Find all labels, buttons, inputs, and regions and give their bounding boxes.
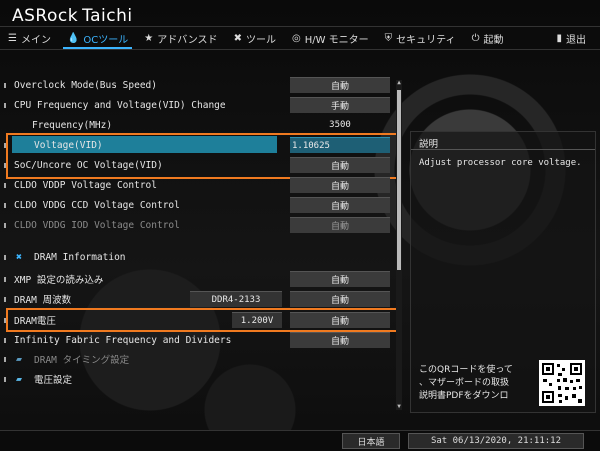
setting-label: CLDO VDDP Voltage Control (14, 179, 157, 191)
row-bullet (4, 376, 6, 382)
setting-label: CLDO VDDG IOD Voltage Control (14, 219, 180, 231)
tab-main[interactable]: ☰ メイン (0, 27, 59, 49)
row-cldo-vddp[interactable]: CLDO VDDP Voltage Control 自動 (0, 176, 400, 194)
row-bullet (4, 254, 6, 260)
row-bullet (4, 182, 6, 188)
row-dram-freq[interactable]: DRAM 周波数 DDR4-2133 自動 (0, 290, 400, 308)
datetime-display: Sat 06/13/2020, 21:11:12 (408, 433, 584, 449)
tab-boot[interactable]: ⏻ 起動 (464, 27, 512, 49)
tab-tools[interactable]: ✖ ツール (226, 27, 284, 49)
row-dram-timing[interactable]: ▰ DRAM タイミング設定 (0, 350, 400, 368)
row-voltage-config[interactable]: ▰ 電圧設定 (0, 370, 400, 388)
current-value: DDR4-2133 (190, 291, 282, 307)
setting-value[interactable]: 自動 (290, 177, 390, 193)
row-dram-info[interactable]: ✖ DRAM Information (0, 248, 400, 266)
setting-label: DRAM タイミング設定 (34, 355, 130, 366)
scrollbar-thumb[interactable] (397, 90, 401, 270)
brand-logo: ASRock Taichi (8, 6, 133, 26)
tab-security[interactable]: ⛨ セキュリティ (377, 27, 464, 49)
setting-value[interactable]: 自動 (290, 77, 390, 93)
brand-name: ASRock (12, 6, 79, 26)
row-frequency[interactable]: Frequency(MHz) 3500 (0, 116, 400, 134)
exit-icon: ▮ (556, 32, 562, 44)
setting-label: 電圧設定 (34, 375, 73, 386)
footer-bar: 日本語 Sat 06/13/2020, 21:11:12 (0, 430, 600, 451)
settings-scrollbar[interactable]: ▲ ▼ (396, 80, 402, 410)
setting-label: DRAM 周波数 (14, 295, 72, 306)
tab-hw-monitor[interactable]: ◎ H/W モニター (284, 27, 377, 49)
annotation-box-voltage (6, 133, 398, 179)
language-button[interactable]: 日本語 (342, 433, 400, 449)
row-bullet (4, 82, 6, 88)
setting-value[interactable]: 手動 (290, 97, 390, 113)
description-title: 説明 (419, 139, 439, 150)
setting-value[interactable]: 自動 (290, 332, 390, 348)
folder-icon: ▰ (16, 353, 23, 365)
drop-icon: 💧 (66, 32, 80, 44)
tools-icon: ✖ (16, 251, 23, 263)
setting-label: Frequency(MHz) (32, 119, 113, 131)
qr-caption-line: このQRコードを使って (419, 365, 513, 375)
setting-label: XMP 設定の読み込み (14, 275, 104, 286)
qr-caption-line: 、マザーボードの取扱 (419, 378, 510, 388)
scroll-up-icon[interactable]: ▲ (396, 80, 402, 86)
setting-label: DRAM Information (34, 251, 126, 263)
annotation-box-dram-voltage (6, 308, 398, 332)
shield-icon: ⛨ (384, 32, 393, 44)
row-overclock-mode[interactable]: Overclock Mode(Bus Speed) 自動 (0, 76, 400, 94)
row-bullet (4, 337, 6, 343)
qr-caption-line: 説明書PDFをダウンロ (419, 391, 509, 401)
model-name: Taichi (82, 6, 133, 26)
star-icon: ★ (144, 32, 154, 44)
row-bullet (4, 276, 6, 282)
list-icon: ☰ (8, 32, 17, 44)
row-cldo-vddg-iod[interactable]: CLDO VDDG IOD Voltage Control 自動 (0, 216, 400, 234)
setting-label: CPU Frequency and Voltage(VID) Change (14, 99, 226, 111)
setting-label: CLDO VDDG CCD Voltage Control (14, 199, 180, 211)
row-infinity-fabric[interactable]: Infinity Fabric Frequency and Dividers 自… (0, 331, 400, 349)
row-xmp[interactable]: XMP 設定の読み込み 自動 (0, 270, 400, 288)
tools-icon: ✖ (233, 32, 242, 44)
row-cpu-freq-voltage[interactable]: CPU Frequency and Voltage(VID) Change 手動 (0, 96, 400, 114)
folder-icon: ▰ (16, 373, 23, 385)
row-cldo-vddg-ccd[interactable]: CLDO VDDG CCD Voltage Control 自動 (0, 196, 400, 214)
setting-value[interactable]: 自動 (290, 197, 390, 213)
tab-exit[interactable]: ▮ 退出 (548, 27, 594, 49)
qr-code-icon (539, 360, 585, 406)
monitor-icon: ◎ (291, 32, 301, 44)
description-text: Adjust processor core voltage. (419, 158, 582, 168)
setting-value[interactable]: 自動 (290, 291, 390, 307)
row-bullet (4, 202, 6, 208)
setting-value[interactable]: 3500 (290, 118, 390, 133)
setting-value[interactable]: 自動 (290, 217, 390, 233)
qr-caption: このQRコードを使って 、マザーボードの取扱 説明書PDFをダウンロ (419, 364, 513, 403)
row-bullet (4, 222, 6, 228)
tab-advanced[interactable]: ★ アドバンスド (136, 27, 225, 49)
row-bullet (4, 356, 6, 362)
setting-label: Overclock Mode(Bus Speed) (14, 79, 157, 91)
top-nav: ☰ メイン 💧 OCツール ★ アドバンスド ✖ ツール ◎ H/W モニター ⛨ セキュリ… (0, 26, 600, 50)
row-bullet (4, 296, 6, 302)
setting-value[interactable]: 自動 (290, 271, 390, 287)
tab-oc-tools[interactable]: 💧 OCツール (59, 27, 136, 49)
scroll-down-icon[interactable]: ▼ (396, 404, 402, 410)
settings-panel: Overclock Mode(Bus Speed) 自動 CPU Frequen… (0, 72, 400, 407)
row-bullet (4, 102, 6, 108)
divider (411, 149, 595, 150)
setting-label: Infinity Fabric Frequency and Dividers (14, 334, 232, 346)
description-panel: 説明 Adjust processor core voltage. このQRコー… (410, 131, 596, 413)
power-icon: ⏻ (471, 32, 480, 44)
